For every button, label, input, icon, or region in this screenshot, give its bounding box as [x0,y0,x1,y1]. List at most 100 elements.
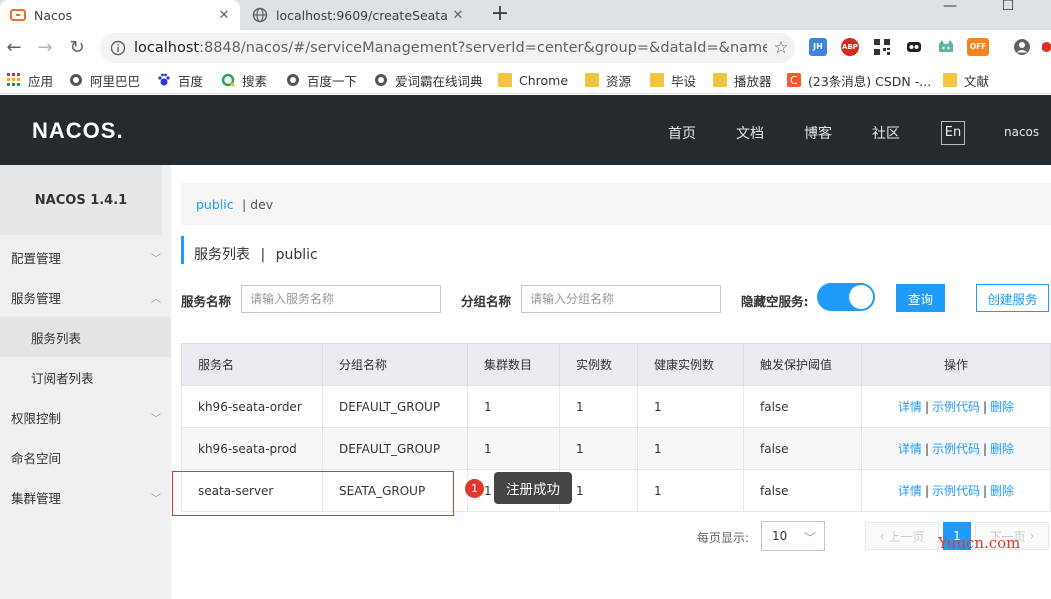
column-header: 健康实例数 [637,343,744,386]
sidebar-item-config-management[interactable]: 配置管理 ﹀ [0,237,171,277]
forward-arrow-icon[interactable]: → [34,37,56,59]
minimize-window-button[interactable]: — [932,0,968,22]
globe-icon [69,73,83,87]
adblock-plus-icon[interactable]: ABP [841,38,859,56]
back-arrow-icon[interactable]: ← [3,37,25,59]
sidebar-item-cluster-management[interactable]: 集群管理 ﹀ [0,477,171,517]
folder-icon [713,73,727,87]
csdn-logo-icon: C [787,73,801,87]
bookmark-iciba[interactable]: 爱词霸在线词典 [374,66,483,94]
qr-code-icon[interactable] [873,38,891,56]
instance-count-cell: 1 [559,427,638,470]
close-tab-icon[interactable]: ✕ [448,8,468,23]
detail-link[interactable]: 详情 [898,442,922,456]
bookmark-folder-papers[interactable]: 文献 [943,66,989,94]
hide-empty-toggle[interactable] [817,283,875,311]
close-tab-icon[interactable]: ✕ [214,8,234,23]
bookmark-label: (23条消息) CSDN -... [808,73,932,89]
bookmark-folder-chrome[interactable]: Chrome [498,66,568,94]
bookmark-star-icon[interactable]: ☆ [767,38,795,58]
sample-code-link[interactable]: 示例代码 [932,400,980,414]
language-toggle[interactable]: En [941,121,965,145]
bookmark-csdn[interactable]: C (23条消息) CSDN -... [787,66,931,94]
nacos-logo[interactable]: NACOS. [32,118,124,144]
page-title: 服务列表 | public [194,244,318,264]
protect-threshold-cell: false [743,385,862,428]
actions-cell: 详情 | 示例代码 | 删除 [861,427,1051,470]
maximize-window-button[interactable]: ☐ [990,0,1026,22]
page-title-namespace: public [275,247,318,263]
browser-tab-create-seata[interactable]: localhost:9609/createSeataOrd ✕ [242,0,474,30]
user-name[interactable]: nacos [1004,125,1039,139]
extension-mask-icon[interactable] [905,38,923,56]
create-service-button[interactable]: 创建服务 [976,284,1049,312]
extension-off-icon[interactable]: OFF [967,38,989,56]
actions-cell: 详情 | 示例代码 | 删除 [861,385,1051,428]
globe-icon [252,7,268,23]
extension-jh-icon[interactable]: JH [809,38,827,56]
watermark: Yuucn.com [938,534,1021,552]
instance-count-cell: 1 [559,385,638,428]
search-q-icon [221,73,235,87]
bookmark-folder-resources[interactable]: 资源 [585,66,631,94]
sidebar-item-subscriber-list[interactable]: 订阅者列表 [0,357,171,397]
new-tab-button[interactable]: + [488,3,512,25]
table-row: kh96-seata-prod DEFAULT_GROUP 1 1 1 fals… [181,427,1051,470]
info-icon[interactable] [110,40,126,56]
delete-link[interactable]: 删除 [990,484,1014,498]
globe-icon [286,73,300,87]
annotation-tooltip: 注册成功 [494,472,572,504]
query-button[interactable]: 查询 [896,284,945,312]
detail-link[interactable]: 详情 [898,484,922,498]
sample-code-link[interactable]: 示例代码 [932,484,980,498]
service-name-input[interactable] [241,285,441,313]
bookmark-baidu[interactable]: 百度 [157,66,203,94]
bookmark-folder-player[interactable]: 播放器 [713,66,772,94]
per-page-label: 每页显示: [697,531,750,545]
column-header: 实例数 [559,343,638,386]
bookmark-baidu-yixia[interactable]: 百度一下 [286,66,357,94]
bookmark-folder-graduation[interactable]: 毕设 [650,66,696,94]
column-header: 集群数目 [467,343,560,386]
reload-icon[interactable]: ↻ [66,37,88,59]
nav-blog[interactable]: 博客 [804,123,832,143]
sidebar-item-service-list[interactable]: 服务列表 [0,317,171,357]
bookmark-apps[interactable]: 应用 [7,66,53,94]
menu-label: 集群管理 [11,490,62,506]
nav-docs[interactable]: 文档 [736,123,764,143]
namespace-dev-link[interactable]: | dev [242,197,273,212]
delete-link[interactable]: 删除 [990,400,1014,414]
nav-community[interactable]: 社区 [872,123,900,143]
sample-code-link[interactable]: 示例代码 [932,442,980,456]
nav-home[interactable]: 首页 [668,123,696,143]
delete-link[interactable]: 删除 [990,442,1014,456]
detail-link[interactable]: 详情 [898,400,922,414]
sidebar-item-access-control[interactable]: 权限控制 ﹀ [0,397,171,437]
folder-icon [498,73,512,87]
prev-page-button[interactable]: ‹ 上一页 [865,522,939,550]
bookmark-label: 百度 [178,73,204,89]
browser-tab-nacos[interactable]: Nacos ✕ [0,0,240,30]
chrome-menu-icon[interactable] [1042,38,1051,56]
per-page-select[interactable]: 10 ﹀ [761,521,825,551]
action-separator: | [924,484,929,498]
title-separator: | [260,247,266,263]
group-name-input[interactable] [521,285,721,313]
cluster-count-cell: 1 [467,385,560,428]
bookmark-label: 百度一下 [307,73,358,89]
tab-title: Nacos [34,7,73,23]
profile-avatar-icon[interactable] [1013,38,1031,56]
bookmark-alibaba[interactable]: 阿里巴巴 [69,66,140,94]
baidu-paw-icon [157,73,171,87]
address-bar[interactable]: localhost:8848/nacos/#/serviceManagement… [100,33,795,63]
extension-cat-icon[interactable] [937,38,955,56]
bookmark-label: 爱词霸在线词典 [395,73,483,89]
sidebar-item-service-management[interactable]: 服务管理 ︿ [0,277,171,317]
toggle-knob [849,285,873,309]
namespace-bar [181,183,1051,225]
title-accent-bar [181,236,184,264]
sidebar-item-namespace[interactable]: 命名空间 [0,437,171,477]
namespace-public-link[interactable]: public [196,197,234,212]
bookmark-search[interactable]: 搜素 [221,66,267,94]
bookmark-label: 文献 [964,73,990,89]
